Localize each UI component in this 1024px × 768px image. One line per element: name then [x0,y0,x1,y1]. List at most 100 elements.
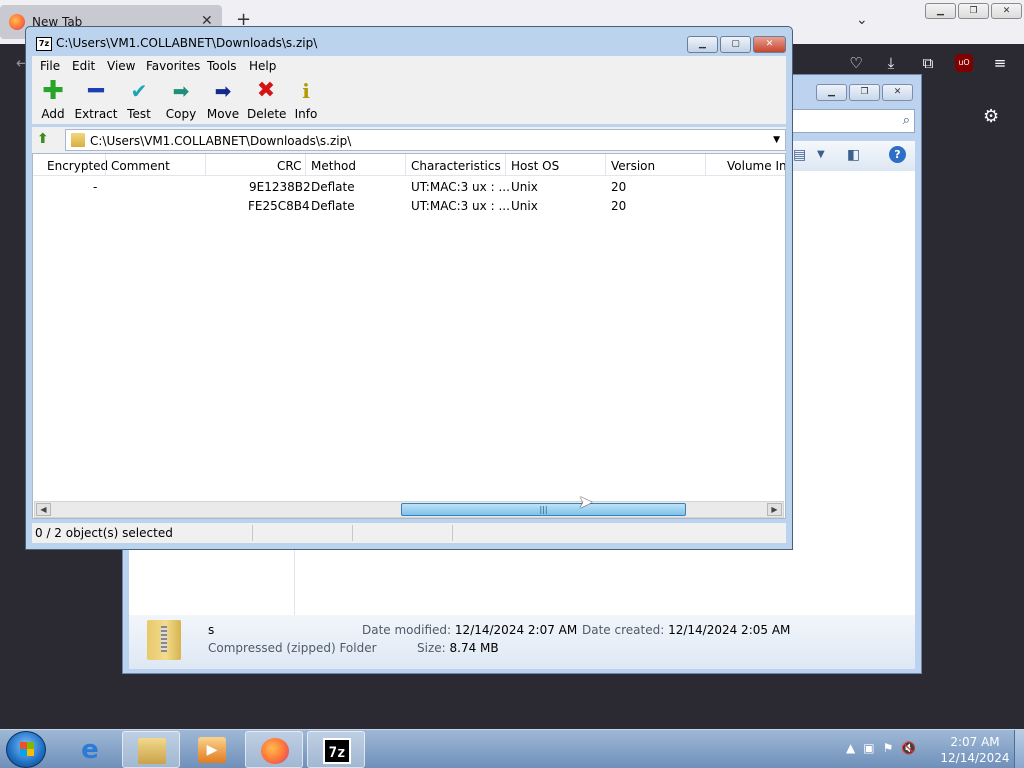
download-icon[interactable]: ⤓ [882,54,900,72]
firefox-button[interactable] [245,731,303,768]
menu-help[interactable]: Help [249,59,276,73]
close-button[interactable]: ✕ [753,36,786,53]
up-folder-icon[interactable]: ⬆ [37,131,49,147]
column-divider[interactable] [105,154,106,176]
cell-characteristics: UT:MAC:3 ux : ... [411,180,510,194]
preview-pane-icon[interactable]: ◧ [847,147,860,163]
clock[interactable]: 2:07 AM 12/14/2024 [940,734,1010,766]
ublock-origin-icon[interactable]: uO [955,54,973,72]
pocket-icon[interactable]: ♡ [847,54,865,72]
column-divider[interactable] [405,154,406,176]
list-all-tabs-button[interactable]: ⌄ [856,12,868,28]
restore-button[interactable]: ❐ [958,3,989,19]
column-characteristics[interactable]: Characteristics [411,159,501,173]
maximize-button[interactable]: ▢ [720,36,751,53]
windows-explorer-button[interactable] [122,731,180,768]
cell-version: 20 [611,199,627,213]
table-row[interactable]: - 9E1238B2 Deflate UT:MAC:3 ux : ... Uni… [33,178,785,197]
details-pane: s Compressed (zipped) Folder Date modifi… [129,615,915,669]
media-player-icon: ▶ [198,737,226,763]
search-icon: ⌕ [902,113,910,128]
column-divider[interactable] [205,154,206,176]
column-divider[interactable] [705,154,706,176]
sevenzip-taskbar-button[interactable]: 7z [307,731,365,768]
scrollbar-thumb[interactable]: ||| [401,503,686,516]
column-host-os[interactable]: Host OS [511,159,559,173]
column-divider[interactable] [605,154,606,176]
help-icon[interactable]: ? [889,146,906,163]
extensions-icon[interactable]: ⧉ [919,54,937,72]
sevenzip-window: 7z C:\Users\VM1.COLLABNET\Downloads\s.zip… [25,26,793,550]
menu-favorites[interactable]: Favorites [146,59,200,73]
check-icon: ✔ [130,79,148,103]
file-name: s [208,623,215,637]
selection-status: 0 / 2 object(s) selected [35,526,173,540]
minimize-button[interactable]: ▁ [925,3,956,19]
column-encrypted[interactable]: Encrypted [47,159,108,173]
cell-characteristics: UT:MAC:3 ux : ... [411,199,510,213]
column-volume-index[interactable]: Volume In [727,159,785,173]
cell-host-os: Unix [511,180,538,194]
media-player-button[interactable]: ▶ [183,731,241,768]
status-divider [452,525,453,541]
menu-file[interactable]: File [40,59,60,73]
close-button[interactable]: ✕ [991,3,1022,19]
firefox-icon [9,14,25,30]
search-input[interactable]: ⌕ [783,109,915,133]
gear-icon[interactable]: ⚙ [983,106,999,127]
menu-view[interactable]: View [107,59,135,73]
action-center-flag-icon[interactable]: ⚑ [883,741,894,755]
close-button[interactable]: ✕ [882,84,913,101]
zip-folder-icon [147,620,181,660]
cell-method: Deflate [311,199,355,213]
copy-button[interactable]: ➡ Copy [164,78,198,121]
show-hidden-icons-icon[interactable]: ▲ [846,741,855,755]
add-label: Add [41,107,65,121]
internet-explorer-button[interactable]: e [61,731,119,768]
table-row[interactable]: FE25C8B4 Deflate UT:MAC:3 ux : ... Unix … [33,197,785,216]
extract-button[interactable]: ━ Extract [74,78,118,121]
address-combobox[interactable]: C:\Users\VM1.COLLABNET\Downloads\s.zip\ … [65,129,786,151]
chevron-down-icon[interactable]: ▼ [817,149,825,160]
scroll-left-icon[interactable]: ◀ [36,503,51,516]
x-icon: ✖ [256,78,276,103]
column-version[interactable]: Version [611,159,655,173]
start-button[interactable] [6,731,46,768]
restore-button[interactable]: ❐ [849,84,880,101]
move-button[interactable]: ➡ Move [206,78,240,121]
network-icon[interactable]: ▣ [863,741,874,755]
cell-method: Deflate [311,180,355,194]
sevenzip-icon: 7z [323,738,351,764]
cell-host-os: Unix [511,199,538,213]
move-label: Move [206,107,240,121]
scroll-right-icon[interactable]: ▶ [767,503,782,516]
menu-tools[interactable]: Tools [207,59,237,73]
delete-button[interactable]: ✖ Delete [247,78,287,121]
show-desktop-button[interactable] [1014,730,1024,768]
extract-label: Extract [74,107,118,121]
volume-muted-icon[interactable]: 🔇 [901,741,916,755]
cell-version: 20 [611,180,627,194]
column-divider[interactable] [505,154,506,176]
address-text: C:\Users\VM1.COLLABNET\Downloads\s.zip\ [90,134,352,148]
menu-icon[interactable]: ≡ [991,54,1009,72]
cell-crc: 9E1238B2 [249,180,311,194]
minimize-button[interactable]: ▁ [816,84,847,101]
column-crc[interactable]: CRC [277,159,302,173]
chevron-down-icon[interactable]: ▼ [773,135,780,145]
test-button[interactable]: ✔ Test [122,78,156,121]
taskbar: e ▶ 7z ▲ ▣ ⚑ 🔇 2:07 AM 12/14/2024 [0,729,1024,768]
info-icon: i [302,79,310,103]
delete-label: Delete [247,107,287,121]
view-options-icon[interactable]: ▤ [793,147,806,163]
minimize-button[interactable]: ▁ [687,36,718,53]
info-button[interactable]: i Info [294,78,318,121]
size-value: 8.74 MB [449,641,499,655]
menu-edit[interactable]: Edit [72,59,95,73]
column-method[interactable]: Method [311,159,356,173]
column-comment[interactable]: Comment [111,159,170,173]
column-divider[interactable] [305,154,306,176]
add-button[interactable]: ✚ Add [36,78,70,121]
horizontal-scrollbar[interactable]: ◀ ||| ▶ [34,501,784,518]
file-size: Size: 8.74 MB [417,641,499,655]
